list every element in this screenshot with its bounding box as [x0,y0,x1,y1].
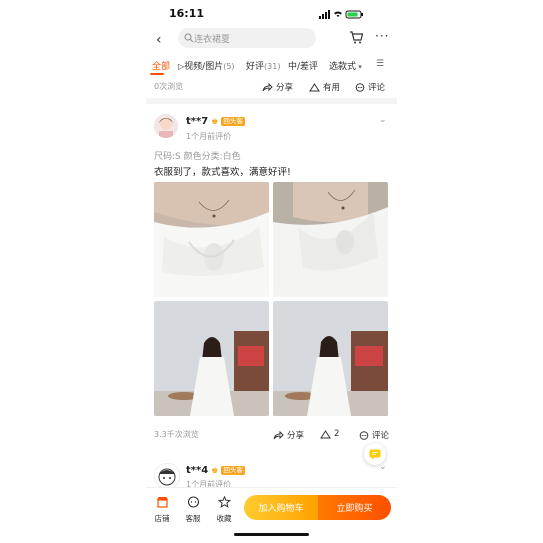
tab-negative[interactable]: 中/差评 [288,59,318,72]
review-photo-1[interactable] [154,182,269,297]
customer-service-icon [187,496,199,508]
like-button[interactable]: 2 [320,429,339,439]
search-placeholder: 连衣裙夏 [194,35,231,45]
crown-icon: ♚ [211,466,219,475]
reviewer-name: t**4 [186,465,209,476]
caret-down-icon: ▾ [356,63,362,71]
view-count: 3.3千次浏览 [154,430,199,439]
favorite-button[interactable]: 收藏 [210,493,238,524]
photo-dress-fullbody-1 [154,301,269,416]
back-icon[interactable]: ‹ [156,32,162,48]
comment-icon [355,82,365,92]
photo-dress-closeup-1 [154,182,269,297]
prev-review-actions: 0次浏览 分享 有用 评论 [146,78,397,96]
thumb-up-icon [309,82,320,91]
chevron-down-icon[interactable]: ⌄ [379,115,387,125]
review-photo-2[interactable] [273,182,388,297]
tab-media[interactable]: ▷视频/图片(5) [178,59,235,72]
repeat-customer-badge: 回头客 [221,117,245,126]
message-icon [369,449,381,459]
reviewer-name: t**7 [186,116,209,127]
status-time: 16:11 [169,7,205,20]
tab-all[interactable]: 全部 [152,59,170,72]
share-button[interactable]: 分享 [273,429,304,441]
chevron-down-icon[interactable]: ⌄ [379,462,387,472]
photo-dress-fullbody-2 [273,301,388,416]
status-bar: 16:11 [146,0,397,24]
filter-tabs: 全部 ▷视频/图片(5) 好评(31) 中/差评 选款式 ▾ ☰ [146,56,397,76]
home-indicator [234,533,309,536]
shop-button[interactable]: 店铺 [148,493,176,524]
reviewer-info: t**7 ♚ 回头客 [186,116,245,127]
review-photo-3[interactable] [154,301,269,416]
review-actions: 3.3千次浏览 分享 2 评论 [146,426,397,444]
crown-icon: ♚ [211,117,219,126]
phone-screen: 16:11 ‹ 连衣裙夏 ··· 全部 ▷视频/图片(5) 好评(31) 中/差… [146,0,397,543]
comment-button[interactable]: 评论 [355,81,385,93]
comment-icon [359,430,369,440]
search-icon [184,33,194,43]
view-count: 0次浏览 [154,82,184,91]
shop-icon [156,497,168,508]
useful-button[interactable]: 有用 [309,81,340,93]
status-icons [319,10,363,19]
review-date: 1个月前评价 [186,132,232,141]
active-tab-indicator [150,73,164,75]
share-icon [273,430,284,439]
review-photo-4[interactable] [273,301,388,416]
reviewer-info: t**4 ♚ 回头客 [186,465,245,476]
filter-icon[interactable]: ☰ [376,59,384,69]
review-spec: 尺码:S 颜色分类:白色 [154,152,241,162]
photo-dress-closeup-2 [273,182,388,297]
more-icon[interactable]: ··· [375,29,389,43]
buy-now-button[interactable]: 立即购买 [318,495,391,520]
review-divider [146,98,397,104]
search-bar[interactable]: 连衣裙夏 [178,28,316,48]
avatar[interactable] [154,463,180,489]
share-icon [262,82,273,91]
avatar-image [154,114,178,138]
tab-select-style[interactable]: 选款式 ▾ [329,59,362,72]
thumb-up-icon [320,429,331,438]
service-button[interactable]: 客服 [179,493,207,524]
comment-button[interactable]: 评论 [359,429,389,441]
avatar-image [158,468,176,486]
avatar[interactable] [154,114,178,138]
cart-icon[interactable] [349,31,363,44]
repeat-customer-badge: 回头客 [221,466,245,475]
add-to-cart-button[interactable]: 加入购物车 [244,495,318,520]
bottom-action-bar: 店铺 客服 收藏 加入购物车 立即购买 [146,487,397,528]
share-button[interactable]: 分享 [262,81,293,93]
tab-positive[interactable]: 好评(31) [246,59,280,72]
star-icon [217,495,231,508]
review-text: 衣服到了，款式喜欢，满意好评! [154,167,291,178]
nav-bar: ‹ 连衣裙夏 ··· [146,24,397,54]
